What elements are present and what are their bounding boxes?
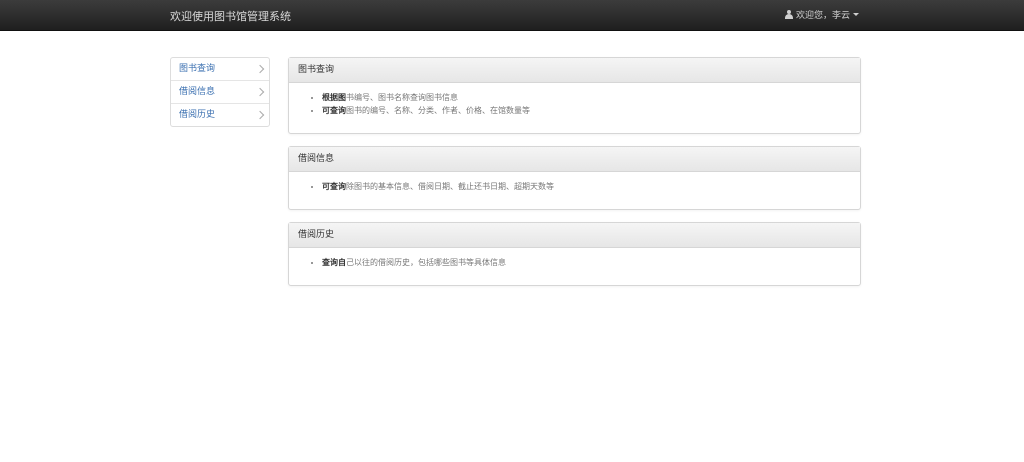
list-item: 可查询图书的编号、名称、分类、作者、价格、在馆数量等 — [322, 104, 860, 117]
chevron-right-icon — [255, 110, 265, 120]
list-item: 可查询除图书的基本信息、借阅日期、截止还书日期、超期天数等 — [322, 180, 860, 193]
list-item: 根据图书编号、图书名称查询图书信息 — [322, 91, 860, 104]
brand-title[interactable]: 欢迎使用图书馆管理系统 — [170, 8, 291, 24]
panel-title: 借阅信息 — [289, 147, 860, 172]
panel-title: 图书查询 — [289, 58, 860, 83]
chevron-right-icon — [255, 64, 265, 74]
sidebar-item-borrow-info[interactable]: 借阅信息 — [171, 81, 269, 104]
user-icon — [784, 10, 793, 19]
sidebar-item-label: 图书查询 — [179, 64, 216, 74]
list-item: 查询自己以往的借阅历史，包括哪些图书等具体信息 — [322, 256, 860, 269]
panel-title: 借阅历史 — [289, 223, 860, 248]
user-menu[interactable]: 欢迎您，李云 — [784, 8, 859, 21]
sidebar-item-label: 借阅信息 — [179, 87, 216, 97]
user-label: 欢迎您，李云 — [795, 11, 850, 21]
sidebar-item-book-query[interactable]: 图书查询 — [171, 58, 269, 81]
sidebar-nav: 图书查询 借阅信息 借阅历史 — [170, 57, 270, 127]
caret-down-icon — [853, 13, 859, 16]
sidebar-item-label: 借阅历史 — [179, 110, 216, 120]
top-navbar: 欢迎使用图书馆管理系统 欢迎您，李云 — [0, 0, 1024, 31]
panel-book-query: 图书查询 根据图书编号、图书名称查询图书信息 可查询图书的编号、名称、分类、作者… — [288, 57, 861, 134]
panel-borrow-info: 借阅信息 可查询除图书的基本信息、借阅日期、截止还书日期、超期天数等 — [288, 146, 861, 210]
sidebar-item-borrow-history[interactable]: 借阅历史 — [171, 104, 269, 126]
chevron-right-icon — [255, 87, 265, 97]
panel-borrow-history: 借阅历史 查询自己以往的借阅历史，包括哪些图书等具体信息 — [288, 222, 861, 286]
